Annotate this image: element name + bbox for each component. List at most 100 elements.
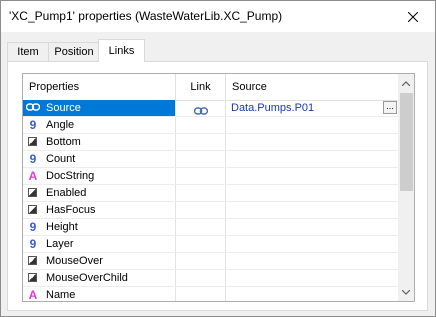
header-source[interactable]: Source (226, 74, 400, 100)
property-name-cell[interactable]: 9 Count (23, 151, 176, 167)
property-name-cell[interactable]: A DocString (23, 168, 176, 184)
string-icon: A (28, 288, 38, 302)
property-name-cell[interactable]: 9 Layer (23, 236, 176, 252)
property-name-cell[interactable]: A Name (23, 287, 176, 302)
tab-item[interactable]: Item (7, 42, 49, 61)
number-icon: 9 (29, 237, 37, 251)
property-name: MouseOver (46, 255, 103, 267)
property-name: Angle (46, 119, 75, 131)
property-name: HasFocus (46, 204, 96, 216)
header-source-label: Source (232, 81, 267, 93)
property-name: MouseOverChild (46, 272, 128, 284)
property-name-cell[interactable]: MouseOver (23, 253, 176, 269)
links-tab-panel: Properties Link Source Source Data.Pumps.… (7, 61, 428, 311)
link-cell[interactable] (176, 236, 226, 252)
source-value: Data.Pumps.P01 (231, 102, 315, 114)
scroll-up-button[interactable] (398, 75, 414, 91)
table-row[interactable]: A DocString (23, 168, 400, 185)
property-name: DocString (46, 170, 95, 182)
table-row[interactable]: Source Data.Pumps.P01... (23, 100, 400, 117)
source-cell[interactable] (226, 287, 400, 301)
properties-dialog: 'XC_Pump1' properties (WasteWaterLib.XC_… (0, 0, 436, 317)
boolean-icon (28, 137, 37, 146)
table-row[interactable]: Enabled (23, 185, 400, 202)
source-cell[interactable]: Data.Pumps.P01... (226, 100, 400, 116)
chevron-up-icon (402, 80, 410, 86)
header-properties-label: Properties (29, 81, 80, 93)
table-row[interactable]: A Name (23, 287, 400, 302)
tab-item-label: Item (17, 46, 39, 58)
link-cell[interactable] (176, 100, 226, 116)
table-row[interactable]: 9 Angle (23, 117, 400, 134)
vertical-scrollbar[interactable] (398, 74, 414, 301)
link-cell[interactable] (176, 134, 226, 150)
header-link[interactable]: Link (176, 74, 226, 100)
number-icon: 9 (29, 152, 37, 166)
property-name: Height (46, 221, 78, 233)
chevron-down-icon (402, 289, 410, 295)
property-name-cell[interactable]: MouseOverChild (23, 270, 176, 286)
grid-header: Properties Link Source (23, 74, 400, 101)
property-name: Source (46, 102, 81, 114)
link-cell[interactable] (176, 287, 226, 301)
source-cell[interactable] (226, 117, 400, 133)
boolean-icon (28, 188, 37, 197)
link-cell[interactable] (176, 202, 226, 218)
string-icon: A (28, 169, 38, 183)
table-row[interactable]: HasFocus (23, 202, 400, 219)
table-row[interactable]: 9 Layer (23, 236, 400, 253)
tab-position-label: Position (54, 46, 94, 58)
property-name: Layer (46, 238, 74, 250)
scroll-down-button[interactable] (398, 284, 414, 300)
boolean-icon (28, 205, 37, 214)
close-icon (408, 11, 418, 22)
property-name: Name (46, 289, 76, 301)
close-button[interactable] (391, 1, 435, 32)
link-cell[interactable] (176, 185, 226, 201)
table-row[interactable]: Bottom (23, 134, 400, 151)
source-cell[interactable] (226, 151, 400, 167)
header-properties[interactable]: Properties (23, 74, 176, 100)
link-icon (25, 102, 41, 114)
source-cell[interactable] (226, 253, 400, 269)
window-title: 'XC_Pump1' properties (WasteWaterLib.XC_… (9, 9, 283, 23)
link-cell[interactable] (176, 168, 226, 184)
number-icon: 9 (29, 118, 37, 132)
link-cell[interactable] (176, 270, 226, 286)
property-name: Enabled (46, 187, 87, 199)
link-cell[interactable] (176, 253, 226, 269)
source-cell[interactable] (226, 168, 400, 184)
property-name: Count (46, 153, 76, 165)
link-cell[interactable] (176, 151, 226, 167)
boolean-icon (28, 273, 37, 282)
property-name-cell[interactable]: Bottom (23, 134, 176, 150)
property-name-cell[interactable]: Source (23, 100, 176, 116)
link-cell[interactable] (176, 117, 226, 133)
table-row[interactable]: MouseOver (23, 253, 400, 270)
number-icon: 9 (29, 220, 37, 234)
table-row[interactable]: 9 Count (23, 151, 400, 168)
source-cell[interactable] (226, 134, 400, 150)
source-cell[interactable] (226, 236, 400, 252)
property-name-cell[interactable]: 9 Height (23, 219, 176, 235)
property-name-cell[interactable]: 9 Angle (23, 117, 176, 133)
table-row[interactable]: 9 Height (23, 219, 400, 236)
tab-links-label: Links (108, 45, 135, 57)
tab-links[interactable]: Links (98, 39, 145, 62)
property-name-cell[interactable]: Enabled (23, 185, 176, 201)
table-row[interactable]: MouseOverChild (23, 270, 400, 287)
property-name-cell[interactable]: HasFocus (23, 202, 176, 218)
chain-link-icon (193, 104, 209, 116)
link-cell[interactable] (176, 219, 226, 235)
source-cell[interactable] (226, 185, 400, 201)
title-bar: 'XC_Pump1' properties (WasteWaterLib.XC_… (1, 1, 435, 32)
scroll-thumb[interactable] (400, 93, 413, 191)
source-cell[interactable] (226, 202, 400, 218)
boolean-icon (28, 256, 37, 265)
header-link-label: Link (190, 81, 211, 93)
source-cell[interactable] (226, 219, 400, 235)
tab-position[interactable]: Position (48, 42, 100, 61)
source-cell[interactable] (226, 270, 400, 286)
browse-button[interactable]: ... (383, 101, 397, 114)
property-name: Bottom (46, 136, 81, 148)
